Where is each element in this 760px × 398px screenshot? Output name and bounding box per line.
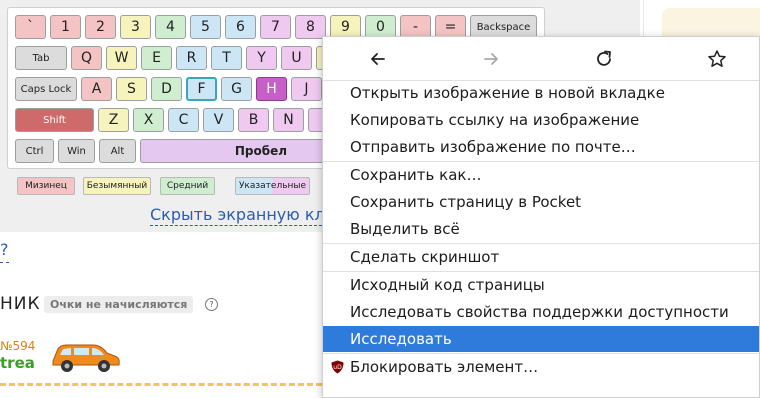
help-link-underline xyxy=(0,262,9,263)
legend-pinky: Мизинец xyxy=(17,177,75,195)
key-win[interactable]: Win xyxy=(58,139,95,163)
no-score-badge: Очки не начисляются xyxy=(44,296,194,313)
help-question-link[interactable]: ? xyxy=(0,240,9,259)
svg-text:uD: uD xyxy=(333,364,342,371)
reload-icon xyxy=(597,50,611,66)
menu-block-element[interactable]: uD Блокировать элемент… xyxy=(323,354,759,380)
key-v[interactable]: V xyxy=(203,108,234,132)
menu-open-image-new-tab[interactable]: Открыть изображение в новой вкладке xyxy=(323,80,759,106)
key-caps-lock[interactable]: Caps Lock xyxy=(15,77,77,101)
username-text: trea xyxy=(0,354,35,372)
key-t[interactable]: T xyxy=(211,46,242,70)
context-menu: Открыть изображение в новой вкладке Копи… xyxy=(322,36,760,398)
page: ` 1 2 3 4 5 6 7 8 9 0 - = Backspace Tab … xyxy=(0,0,760,398)
back-button[interactable] xyxy=(364,45,392,73)
key-z[interactable]: Z xyxy=(98,108,129,132)
menu-save-as[interactable]: Сохранить как… xyxy=(323,162,759,188)
back-icon xyxy=(371,53,385,65)
menu-block-element-label: Блокировать элемент… xyxy=(350,358,539,376)
key-backtick[interactable]: ` xyxy=(15,15,46,39)
bookmark-star-icon xyxy=(708,50,726,67)
key-r[interactable]: R xyxy=(176,46,207,70)
question-icon[interactable]: ? xyxy=(205,298,218,311)
key-n[interactable]: N xyxy=(273,108,304,132)
key-5[interactable]: 5 xyxy=(190,15,221,39)
key-tab[interactable]: Tab xyxy=(15,46,67,70)
forward-button[interactable] xyxy=(477,45,505,73)
key-u[interactable]: U xyxy=(281,46,312,70)
key-h[interactable]: H xyxy=(256,77,287,101)
key-c[interactable]: C xyxy=(168,108,199,132)
menu-inspect[interactable]: Исследовать xyxy=(323,326,759,352)
legend-index: Указательные xyxy=(235,177,310,195)
hide-keyboard-link[interactable]: Скрыть экранную кл xyxy=(150,205,322,226)
key-b[interactable]: B xyxy=(238,108,269,132)
key-a[interactable]: A xyxy=(81,77,112,101)
key-space[interactable]: Пробел xyxy=(140,139,330,163)
menu-view-source[interactable]: Исходный код страницы xyxy=(323,272,759,298)
menu-take-screenshot[interactable]: Сделать скриншот xyxy=(323,244,759,270)
key-g[interactable]: G xyxy=(221,77,252,101)
key-e[interactable]: E xyxy=(141,46,172,70)
section-heading: НИК xyxy=(0,294,41,314)
menu-copy-image-link[interactable]: Копировать ссылку на изображение xyxy=(323,107,759,133)
bookmark-button[interactable] xyxy=(703,45,731,73)
key-j[interactable]: J xyxy=(291,77,322,101)
key-7[interactable]: 7 xyxy=(260,15,291,39)
key-shift[interactable]: Shift xyxy=(15,108,94,132)
key-q[interactable]: Q xyxy=(71,46,102,70)
ublock-shield-icon: uD xyxy=(331,360,344,374)
key-alt[interactable]: Alt xyxy=(99,139,136,163)
context-menu-nav xyxy=(323,37,759,79)
key-x[interactable]: X xyxy=(133,108,164,132)
key-s[interactable]: S xyxy=(116,77,147,101)
key-2[interactable]: 2 xyxy=(85,15,116,39)
menu-select-all[interactable]: Выделить всё xyxy=(323,216,759,242)
key-3[interactable]: 3 xyxy=(120,15,151,39)
record-number: №594 xyxy=(0,339,36,353)
legend-ring: Безымянный xyxy=(83,177,151,195)
key-y[interactable]: Y xyxy=(246,46,277,70)
key-w[interactable]: W xyxy=(106,46,137,70)
key-4[interactable]: 4 xyxy=(155,15,186,39)
menu-inspect-accessibility[interactable]: Исследовать свойства поддержки доступнос… xyxy=(323,299,759,325)
key-ctrl[interactable]: Ctrl xyxy=(15,139,54,163)
menu-save-to-pocket[interactable]: Сохранить страницу в Pocket xyxy=(323,189,759,215)
sidebar-card xyxy=(662,8,760,36)
key-6[interactable]: 6 xyxy=(225,15,256,39)
key-f[interactable]: F xyxy=(186,77,217,101)
forward-icon xyxy=(484,53,498,65)
legend-middle: Средний xyxy=(160,177,215,195)
menu-email-image[interactable]: Отправить изображение по почте… xyxy=(323,134,759,160)
reload-button[interactable] xyxy=(590,45,618,73)
key-d[interactable]: D xyxy=(151,77,182,101)
car-icon xyxy=(52,344,120,372)
key-1[interactable]: 1 xyxy=(50,15,81,39)
